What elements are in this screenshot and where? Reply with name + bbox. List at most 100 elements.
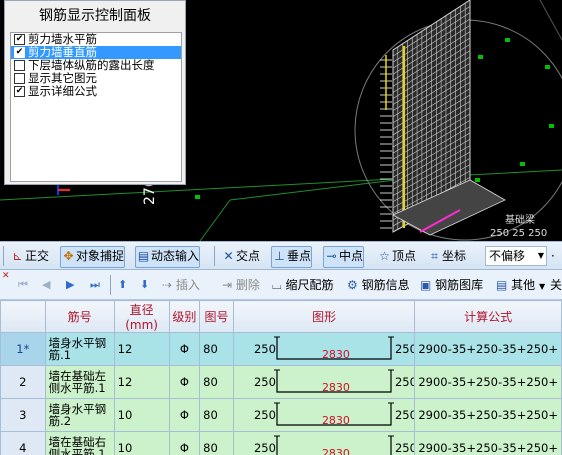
vertex-button[interactable]: ☆ 顶点 xyxy=(377,246,416,266)
checkbox[interactable]: ✔ xyxy=(14,47,25,58)
prev-record-icon[interactable]: ◀ xyxy=(42,275,50,295)
object-snap-button[interactable]: ✥ 对象捕捉 xyxy=(60,246,126,268)
panel-title: 钢筋显示控制面板 xyxy=(39,8,151,24)
delete-icon: ⇥ xyxy=(222,278,233,292)
checkbox[interactable] xyxy=(14,73,25,84)
diameter-cell[interactable]: 10 xyxy=(113,398,170,432)
offset-dropdown-extra[interactable]: · xyxy=(551,246,555,266)
first-record-icon[interactable]: ⏮ xyxy=(18,275,28,295)
header-shape[interactable]: 图形 xyxy=(232,300,416,333)
row-index[interactable]: 4 xyxy=(0,431,46,455)
close-icon[interactable]: ✕ xyxy=(2,272,12,281)
bar-name-cell[interactable]: 墙在基础右侧水平筋.1 xyxy=(44,431,115,455)
delete-button[interactable]: ⇥ 删除 xyxy=(222,275,260,295)
chevron-down-icon: ▼ xyxy=(537,251,544,260)
scale-rebar-button[interactable]: ⌴ 缩尺配筋 xyxy=(272,275,333,295)
shape-right-length: 250 xyxy=(394,375,415,389)
shape-right-length: 250 xyxy=(394,408,415,422)
vertex-icon: ☆ xyxy=(379,249,390,263)
header-grade[interactable]: 级别 xyxy=(168,300,201,333)
move-up-icon[interactable]: ⬆ xyxy=(118,275,127,295)
table-row[interactable]: 4 墙在基础右侧水平筋.1 10 Φ 80 250 2830 250 2900-35+250-3… xyxy=(0,431,562,455)
fig-no-cell[interactable]: 80 xyxy=(199,332,234,366)
rebar-info-button[interactable]: ⚙ 钢筋信息 xyxy=(347,275,410,295)
insert-button[interactable]: ⇢ 插入 xyxy=(162,275,200,295)
diameter-cell[interactable]: 10 xyxy=(113,431,170,455)
formula-cell[interactable]: 2900-35+250-35+250+ xyxy=(414,431,562,455)
grade-cell[interactable]: Φ xyxy=(168,398,201,432)
formula-cell[interactable]: 2900-35+250-35+250+ xyxy=(414,365,562,399)
close-partial-button[interactable]: 关 xyxy=(550,275,562,295)
grade-cell[interactable]: Φ xyxy=(168,365,201,399)
dynamic-input-button[interactable]: ▤ 动态输入 xyxy=(135,246,201,268)
rebar-table: 筋号 直径(mm) 级别 图号 图形 计算公式 1* 墙身水平钢筋.1 12 Φ 80 2… xyxy=(0,300,562,455)
table-row[interactable]: 2 墙在基础左侧水平筋.1 12 Φ 80 250 2830 250 2900-35+250-3… xyxy=(0,365,562,399)
diameter-cell[interactable]: 12 xyxy=(113,332,170,366)
perpendicular-icon: ⊥ xyxy=(274,249,285,263)
dynamic-input-icon: ▤ xyxy=(137,249,150,263)
move-down-icon[interactable]: ⬇ xyxy=(140,275,149,295)
next-record-icon[interactable]: ▶ xyxy=(66,275,74,295)
shape-right-length: 250 xyxy=(394,342,415,356)
shape-cell[interactable]: 250 2830 250 xyxy=(232,398,416,432)
intersection-icon: ✕ xyxy=(223,249,234,263)
last-record-icon[interactable]: ⏭ xyxy=(90,275,100,295)
toolbar-grip xyxy=(3,246,4,266)
shape-cell[interactable]: 250 2830 250 xyxy=(232,431,416,455)
bar-name-cell[interactable]: 墙身水平钢筋.2 xyxy=(44,398,115,432)
checkbox[interactable] xyxy=(14,60,25,71)
table-row[interactable]: 1* 墙身水平钢筋.1 12 Φ 80 250 2830 250 2900-35+250-35+… xyxy=(0,332,562,366)
coordinate-icon: ⌗ xyxy=(431,249,438,263)
shape-left-length: 250 xyxy=(253,441,276,455)
option-detail-formula[interactable]: ✔ 显示详细公式 xyxy=(11,85,181,98)
checkbox[interactable]: ✔ xyxy=(14,34,25,45)
rebar-library-icon: ▣ xyxy=(420,278,432,292)
perpendicular-button[interactable]: ⊥ 垂点 xyxy=(271,246,313,268)
intersection-button[interactable]: ✕ 交点 xyxy=(221,246,260,266)
chevron-down-icon: ▼ xyxy=(539,282,546,291)
header-diameter[interactable]: 直径(mm) xyxy=(113,300,170,333)
grade-cell[interactable]: Φ xyxy=(168,431,201,455)
row-index[interactable]: 3 xyxy=(0,398,46,432)
fig-no-cell[interactable]: 80 xyxy=(199,431,234,455)
fig-no-cell[interactable]: 80 xyxy=(199,365,234,399)
header-fig-no[interactable]: 图号 xyxy=(199,300,234,333)
formula-cell[interactable]: 2900-35+250-35+250+ xyxy=(414,332,562,366)
grade-cell[interactable]: Φ xyxy=(168,332,201,366)
shape-mid-length: 2830 xyxy=(321,447,350,455)
shape-cell[interactable]: 250 2830 250 xyxy=(232,332,416,366)
other-icon: ▤ xyxy=(496,278,508,292)
shape-cell[interactable]: 250 2830 250 xyxy=(232,365,416,399)
offset-dropdown[interactable]: 不偏移 ▼ xyxy=(485,246,547,266)
diameter-cell[interactable]: 12 xyxy=(113,365,170,399)
table-row[interactable]: 3 墙身水平钢筋.2 10 Φ 80 250 2830 250 2900-35+250-35+2… xyxy=(0,398,562,432)
header-formula[interactable]: 计算公式 xyxy=(414,300,562,333)
row-index[interactable]: 1* xyxy=(0,332,46,366)
row-index[interactable]: 2 xyxy=(0,365,46,399)
table-header: 筋号 直径(mm) 级别 图号 图形 计算公式 xyxy=(0,300,562,333)
rebar-library-button[interactable]: ▣ 钢筋图库 xyxy=(420,275,483,295)
header-bar-no[interactable]: 筋号 xyxy=(44,300,115,333)
shape-left-length: 250 xyxy=(253,342,276,356)
side-label-1: 基础梁 xyxy=(505,215,535,226)
shape-left-length: 250 xyxy=(253,408,276,422)
coordinate-button[interactable]: ⌗ 坐标 xyxy=(427,246,466,266)
checkbox[interactable]: ✔ xyxy=(14,86,25,97)
formula-cell[interactable]: 2900-35+250-35+250+ xyxy=(414,398,562,432)
side-label-2: 250 25 250 xyxy=(490,228,548,239)
orthogonal-button[interactable]: ⊾ 正交 xyxy=(10,246,49,266)
panel-options-list: ✔ 剪力墙水平筋 ✔ 剪力墙垂直筋 下层墙体纵筋的露出长度 显示其它图元 ✔ 显… xyxy=(10,32,182,182)
toolbar-separator xyxy=(110,275,111,295)
scale-rebar-icon: ⌴ xyxy=(272,278,282,292)
bar-name-cell[interactable]: 墙在基础左侧水平筋.1 xyxy=(44,365,115,399)
insert-icon: ⇢ xyxy=(162,278,173,292)
shape-mid-length: 2830 xyxy=(321,414,350,427)
other-menu-button[interactable]: ▤ 其他 ▼ xyxy=(496,275,545,295)
bar-name-cell[interactable]: 墙身水平钢筋.1 xyxy=(44,332,115,366)
shape-right-length: 250 xyxy=(394,441,415,455)
orthogonal-icon: ⊾ xyxy=(12,249,23,263)
midpoint-button[interactable]: ⊸ 中点 xyxy=(323,246,365,268)
fig-no-cell[interactable]: 80 xyxy=(199,398,234,432)
toolbar-separator xyxy=(214,246,215,266)
corner-header xyxy=(0,300,46,333)
